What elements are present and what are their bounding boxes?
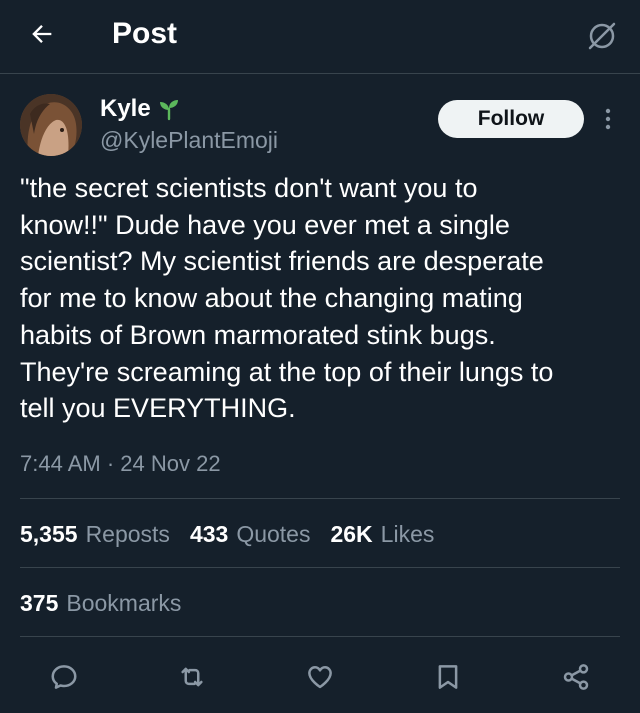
- repost-icon: [181, 667, 203, 687]
- bookmarks-label: Bookmarks: [66, 590, 182, 616]
- share-button[interactable]: [559, 660, 593, 694]
- more-vertical-icon: [605, 108, 611, 130]
- bookmark-button[interactable]: [431, 660, 465, 694]
- follow-button[interactable]: Follow: [438, 100, 584, 138]
- author-name[interactable]: Kyle: [100, 95, 151, 123]
- engagement-stats: 5,355 Reposts 433 Quotes 26K Likes: [20, 519, 454, 549]
- likes-label: Likes: [380, 521, 435, 547]
- post-text: "the secret scientists don't want you to…: [20, 173, 554, 424]
- likes-count: 26K: [330, 521, 373, 547]
- quotes-stat[interactable]: 433 Quotes: [190, 519, 311, 549]
- divider: [20, 567, 620, 568]
- likes-stat[interactable]: 26K Likes: [330, 519, 434, 549]
- share-icon: [563, 664, 589, 690]
- grok-slash-icon: [588, 22, 616, 50]
- quotes-label: Quotes: [236, 521, 311, 547]
- post-timestamp[interactable]: 7:44 AM · 24 Nov 22: [20, 450, 221, 478]
- author-name-row: Kyle: [100, 94, 181, 124]
- reply-button[interactable]: [47, 660, 81, 694]
- timestamp-separator: ·: [106, 451, 115, 476]
- post-date: 24 Nov 22: [120, 451, 221, 476]
- top-bar: Post: [0, 0, 640, 74]
- sprout-emoji-icon: [159, 100, 178, 121]
- like-icon: [308, 666, 332, 689]
- more-options-button[interactable]: [596, 104, 620, 134]
- author-handle[interactable]: @KylePlantEmoji: [100, 126, 278, 154]
- repost-button[interactable]: [175, 660, 209, 694]
- divider: [20, 636, 620, 637]
- page-title: Post: [112, 17, 178, 50]
- bookmarks-stat[interactable]: 375 Bookmarks: [20, 588, 181, 618]
- reposts-count: 5,355: [20, 521, 78, 547]
- divider: [20, 498, 620, 499]
- back-button[interactable]: [22, 14, 62, 54]
- bookmarks-count: 375: [20, 590, 59, 616]
- avatar-image: [20, 94, 82, 156]
- bookmark-icon: [438, 665, 458, 689]
- grok-button[interactable]: [580, 14, 624, 58]
- like-button[interactable]: [303, 660, 337, 694]
- post-time: 7:44 AM: [20, 451, 101, 476]
- avatar[interactable]: [20, 94, 82, 156]
- action-bar: [0, 654, 640, 698]
- arrow-left-icon: [32, 25, 52, 43]
- reply-icon: [51, 665, 77, 689]
- reposts-stat[interactable]: 5,355 Reposts: [20, 519, 170, 549]
- reposts-label: Reposts: [85, 521, 170, 547]
- quotes-count: 433: [189, 521, 229, 547]
